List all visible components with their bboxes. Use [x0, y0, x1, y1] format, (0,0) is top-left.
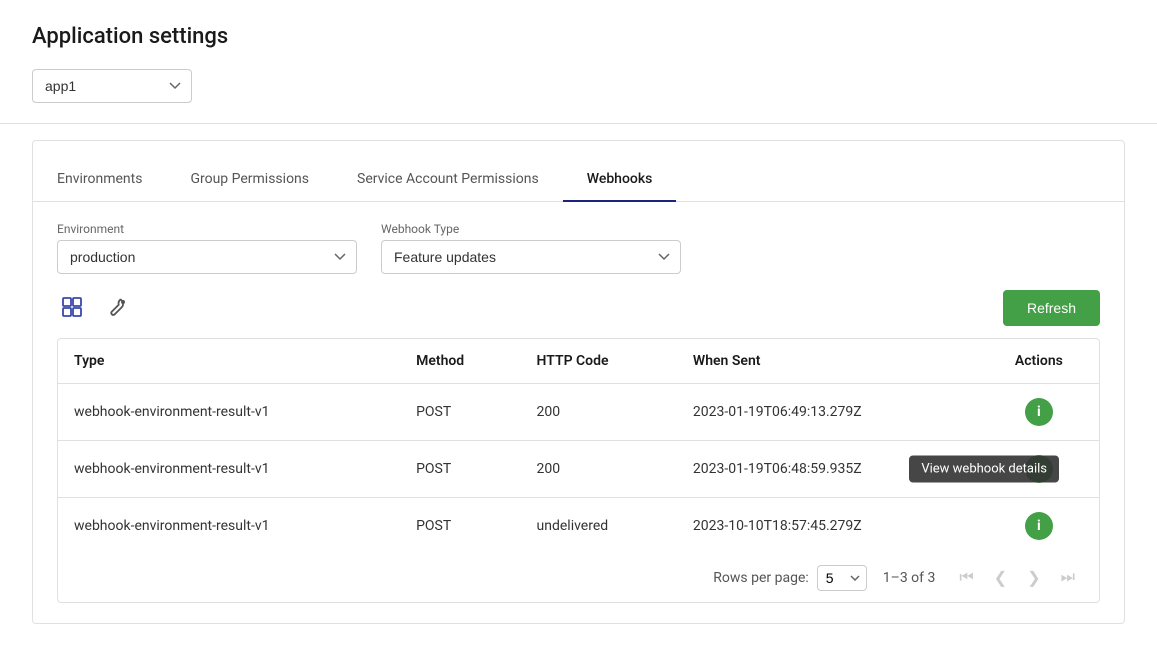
table-row: webhook-environment-result-v1POST2002023…: [58, 384, 1099, 441]
tab-group-permissions[interactable]: Group Permissions: [166, 157, 333, 201]
info-icon-button[interactable]: i: [1025, 512, 1053, 540]
td-actions: i: [979, 498, 1099, 555]
environment-select[interactable]: production staging development: [57, 240, 357, 274]
grid-icon-button[interactable]: [57, 292, 87, 325]
environment-label: Environment: [57, 222, 357, 236]
grid-icon: [61, 296, 83, 321]
app-selector[interactable]: app1 app2: [32, 69, 192, 103]
th-method: Method: [400, 339, 520, 384]
divider: [0, 123, 1157, 124]
webhook-type-label: Webhook Type: [381, 222, 681, 236]
th-type: Type: [58, 339, 400, 384]
environment-filter: Environment production staging developme…: [57, 222, 357, 274]
table-header-row: Type Method HTTP Code When Sent Actions: [58, 339, 1099, 384]
wrench-icon: [107, 296, 129, 321]
table-row: webhook-environment-result-v1POST2002023…: [58, 441, 1099, 498]
refresh-button[interactable]: Refresh: [1003, 290, 1100, 326]
td-type: webhook-environment-result-v1: [58, 498, 400, 555]
last-page-button[interactable]: ⏭: [1053, 565, 1083, 591]
td-type: webhook-environment-result-v1: [58, 384, 400, 441]
first-page-button[interactable]: ⏮: [951, 565, 981, 591]
page-title: Application settings: [32, 24, 1125, 49]
table-wrapper: Type Method HTTP Code When Sent Actions …: [57, 338, 1100, 603]
webhook-type-select[interactable]: Feature updates All: [381, 240, 681, 274]
page-nav: ⏮ ❮ ❯ ⏭: [951, 564, 1083, 592]
rows-per-page-label: Rows per page:: [713, 570, 808, 586]
td-method: POST: [400, 498, 520, 555]
td-method: POST: [400, 384, 520, 441]
tab-service-account-permissions[interactable]: Service Account Permissions: [333, 157, 563, 201]
td-when_sent: 2023-10-10T18:57:45.279Z: [677, 498, 979, 555]
app-selector-container: app1 app2: [32, 69, 1125, 103]
td-actions: View webhook detailsi: [979, 441, 1099, 498]
webhook-type-filter: Webhook Type Feature updates All: [381, 222, 681, 274]
content-area: Environment production staging developme…: [33, 202, 1124, 623]
th-http-code: HTTP Code: [521, 339, 677, 384]
page-info: 1–3 of 3: [883, 570, 936, 586]
tab-environments[interactable]: Environments: [33, 157, 166, 201]
td-when_sent: 2023-01-19T06:49:13.279Z: [677, 384, 979, 441]
pagination-row: Rows per page: 5 10 25 1–3 of 3 ⏮ ❮ ❯ ⏭: [58, 554, 1099, 602]
filters-row: Environment production staging developme…: [57, 222, 1100, 274]
info-icon-button[interactable]: i: [1025, 455, 1053, 483]
th-actions: Actions: [979, 339, 1099, 384]
toolbar-left: [57, 292, 133, 325]
td-when_sent: 2023-01-19T06:48:59.935Z: [677, 441, 979, 498]
td-type: webhook-environment-result-v1: [58, 441, 400, 498]
prev-page-button[interactable]: ❮: [986, 564, 1015, 592]
next-page-button[interactable]: ❯: [1019, 564, 1048, 592]
rows-per-page-select[interactable]: 5 10 25: [817, 565, 867, 591]
main-content: Environments Group Permissions Service A…: [32, 140, 1125, 624]
page-container: Application settings app1 app2 Environme…: [0, 0, 1157, 648]
td-method: POST: [400, 441, 520, 498]
wrench-icon-button[interactable]: [103, 292, 133, 325]
td-http_code: 200: [521, 384, 677, 441]
td-actions: i: [979, 384, 1099, 441]
tab-webhooks[interactable]: Webhooks: [563, 157, 677, 201]
toolbar-row: Refresh: [57, 290, 1100, 326]
td-http_code: 200: [521, 441, 677, 498]
webhooks-table: Type Method HTTP Code When Sent Actions …: [58, 339, 1099, 554]
rows-per-page-container: Rows per page: 5 10 25: [713, 565, 866, 591]
td-http_code: undelivered: [521, 498, 677, 555]
info-icon-button[interactable]: i: [1025, 398, 1053, 426]
tabs-container: Environments Group Permissions Service A…: [33, 157, 1124, 202]
th-when-sent: When Sent: [677, 339, 979, 384]
table-row: webhook-environment-result-v1POSTundeliv…: [58, 498, 1099, 555]
